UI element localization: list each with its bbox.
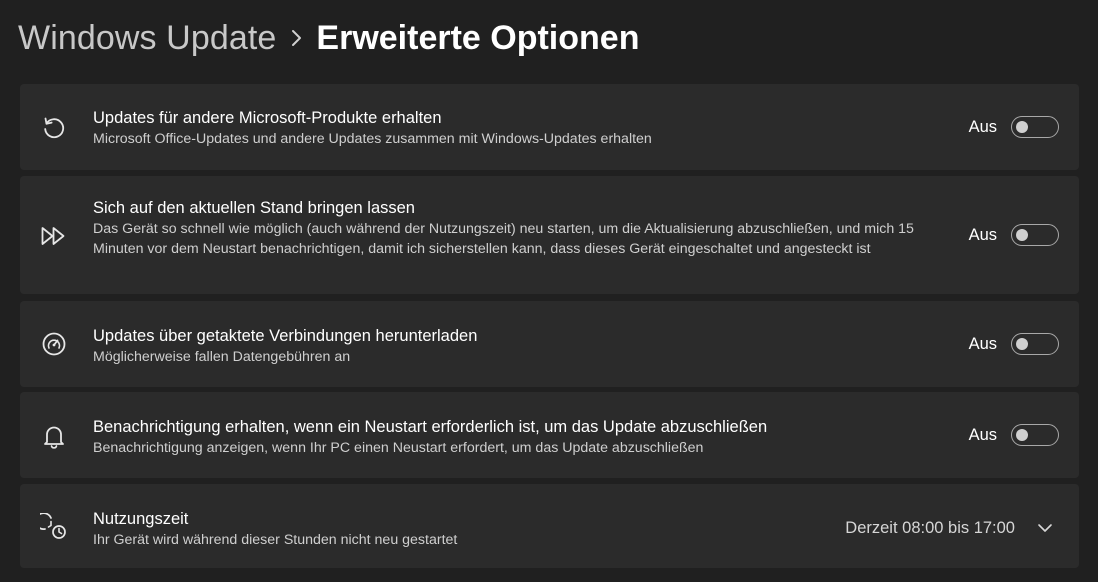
toggle-state-label: Aus — [968, 334, 997, 353]
toggle-knob — [1016, 428, 1028, 441]
toggle-state-label: Aus — [968, 425, 997, 444]
page-title: Erweiterte Optionen — [316, 18, 640, 57]
active-hours-value: Derzeit 08:00 bis 17:00 — [845, 518, 1015, 537]
refresh-icon — [40, 113, 68, 141]
setting-card-restart-notification: Benachrichtigung erhalten, wenn ein Neus… — [20, 392, 1079, 478]
toggle-state-label: Aus — [968, 225, 997, 244]
toggle-knob — [1016, 228, 1028, 241]
breadcrumb-chevron-right-icon — [276, 29, 316, 47]
get-up-to-date-toggle[interactable] — [1011, 224, 1059, 246]
restart-notification-toggle[interactable] — [1011, 424, 1059, 446]
setting-card-get-up-to-date: Sich auf den aktuellen Stand bringen las… — [20, 176, 1079, 294]
setting-title: Nutzungszeit — [93, 510, 189, 528]
speedometer-icon — [40, 330, 68, 358]
setting-title: Updates über getaktete Verbindungen heru… — [93, 327, 478, 345]
metered-connections-toggle[interactable] — [1011, 333, 1059, 355]
toggle-state-label: Aus — [968, 117, 997, 136]
setting-description: Das Gerät so schnell wie möglich (auch w… — [93, 221, 914, 257]
setting-title: Sich auf den aktuellen Stand bringen las… — [93, 199, 415, 217]
setting-card-other-microsoft-products: Updates für andere Microsoft-Produkte er… — [20, 84, 1079, 170]
fast-forward-icon — [40, 222, 68, 250]
other-products-toggle[interactable] — [1011, 116, 1059, 138]
chevron-down-icon[interactable] — [1031, 514, 1059, 542]
setting-description: Benachrichtigung anzeigen, wenn Ihr PC e… — [93, 440, 704, 456]
bell-icon — [40, 422, 68, 450]
setting-card-active-hours[interactable]: Nutzungszeit Ihr Gerät wird während dies… — [20, 484, 1079, 568]
setting-title: Updates für andere Microsoft-Produkte er… — [93, 109, 442, 127]
setting-description: Microsoft Office-Updates und andere Upda… — [93, 131, 652, 147]
setting-title: Benachrichtigung erhalten, wenn ein Neus… — [93, 418, 768, 436]
setting-card-metered-connections: Updates über getaktete Verbindungen heru… — [20, 301, 1079, 387]
toggle-knob — [1016, 120, 1028, 133]
breadcrumb: Windows Update Erweiterte Optionen — [18, 16, 639, 60]
setting-description: Möglicherweise fallen Datengebühren an — [93, 349, 351, 365]
active-hours-clock-icon — [40, 513, 68, 541]
breadcrumb-windows-update-link[interactable]: Windows Update — [18, 19, 276, 58]
setting-description: Ihr Gerät wird während dieser Stunden ni… — [93, 532, 458, 548]
toggle-knob — [1016, 337, 1028, 350]
